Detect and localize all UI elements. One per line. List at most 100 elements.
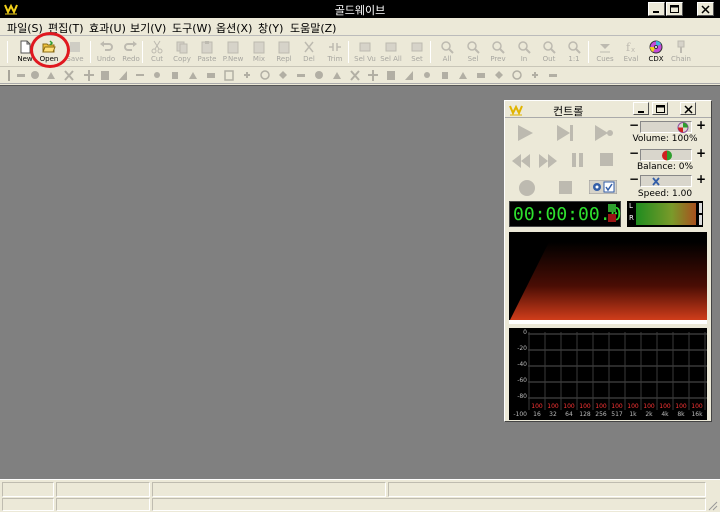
set-button[interactable]: Set [404, 39, 430, 65]
effect-icon[interactable] [386, 70, 396, 81]
record-icon[interactable] [517, 178, 537, 198]
speed-slider[interactable] [640, 175, 692, 187]
effect-icon[interactable] [476, 70, 486, 81]
effect-icon[interactable] [512, 70, 522, 81]
rewind-icon[interactable] [510, 153, 532, 169]
control-minimize-button[interactable] [633, 102, 649, 115]
record-stop-icon[interactable] [557, 179, 575, 197]
zoom-all-button[interactable]: All [434, 39, 460, 65]
menu-window[interactable]: 창(Y) [258, 20, 283, 36]
effect-icon[interactable] [16, 70, 26, 81]
balance-minus-button[interactable]: − [629, 146, 639, 160]
band-frequency-label: 1k [629, 411, 637, 418]
cues-button[interactable]: Cues [592, 39, 618, 65]
minimize-button[interactable] [648, 2, 665, 16]
effect-icon[interactable] [84, 70, 94, 81]
status-cell [56, 482, 150, 497]
control-close-button[interactable] [680, 102, 696, 115]
menu-view[interactable]: 보기(V) [130, 20, 166, 36]
maximize-button[interactable] [666, 2, 683, 16]
undo-button[interactable]: Undo [93, 39, 119, 65]
select-view-button[interactable]: Sel Vu [352, 39, 378, 65]
effect-icon[interactable] [404, 70, 414, 81]
select-all-button[interactable]: Sel All [378, 39, 404, 65]
effect-icon[interactable] [332, 70, 342, 81]
menu-help[interactable]: 도움말(Z) [290, 20, 336, 36]
zoom-selection-button[interactable]: Sel [460, 39, 486, 65]
set-label: Set [411, 55, 423, 63]
play-selection-icon[interactable] [553, 123, 577, 143]
volume-minus-button[interactable]: − [629, 118, 639, 132]
speed-plus-button[interactable]: + [696, 172, 706, 186]
band-frequency-label: 2k [645, 411, 653, 418]
copy-button[interactable]: Copy [169, 39, 195, 65]
effect-icon[interactable] [260, 70, 270, 81]
zoom-selection-label: Sel [467, 55, 479, 63]
effect-icon[interactable] [368, 70, 378, 81]
effect-icon[interactable] [118, 70, 128, 81]
effect-icon[interactable] [100, 70, 110, 81]
effect-icon[interactable] [548, 70, 558, 81]
effect-icon[interactable] [440, 70, 450, 81]
menu-effects[interactable]: 효과(U) [89, 20, 126, 36]
effect-icon[interactable] [422, 70, 432, 81]
delete-button[interactable]: Del [296, 39, 322, 65]
volume-slider[interactable] [640, 121, 692, 133]
resize-grip-icon[interactable] [706, 499, 718, 511]
menu-file[interactable]: 파일(S) [7, 20, 43, 36]
chain-button[interactable]: Chain [668, 39, 694, 65]
speed-minus-button[interactable]: − [629, 172, 639, 186]
effect-icon[interactable] [30, 70, 40, 81]
effect-icon[interactable] [64, 70, 74, 81]
select-view-icon [359, 42, 371, 52]
control-maximize-button[interactable] [652, 102, 668, 115]
redo-button[interactable]: Redo [118, 39, 144, 65]
effect-icon[interactable] [206, 70, 216, 81]
menu-options[interactable]: 옵션(X) [216, 20, 252, 36]
balance-slider[interactable] [640, 149, 692, 161]
effect-icon[interactable] [296, 70, 306, 81]
effect-icon[interactable] [135, 70, 145, 81]
effect-icon[interactable] [224, 70, 234, 81]
mix-button[interactable]: Mix [246, 39, 272, 65]
band-frequency-label: 256 [595, 411, 607, 418]
menu-tools[interactable]: 도구(W) [172, 20, 212, 36]
effect-icon[interactable] [152, 70, 162, 81]
cut-button[interactable]: Cut [144, 39, 170, 65]
band-value: 100 [643, 403, 655, 410]
trim-button[interactable]: Trim [322, 39, 348, 65]
play-custom-icon[interactable] [591, 123, 615, 143]
control-title-bar[interactable]: 컨트롤 [505, 101, 711, 118]
balance-knob-icon [662, 150, 672, 161]
close-button[interactable] [697, 2, 714, 16]
effect-icon[interactable] [314, 70, 324, 81]
monitor-toggle-icon[interactable] [589, 180, 617, 194]
volume-plus-button[interactable]: + [696, 118, 706, 132]
effect-icon[interactable] [188, 70, 198, 81]
pause-icon[interactable] [570, 151, 586, 169]
replace-label: Repl [276, 55, 292, 63]
effect-icon[interactable] [46, 70, 56, 81]
effect-icon[interactable] [494, 70, 504, 81]
zoom-previous-button[interactable]: Prev [485, 39, 511, 65]
zoom-in-button[interactable]: In [511, 39, 537, 65]
paste-button[interactable]: Paste [194, 39, 220, 65]
play-icon[interactable] [513, 123, 537, 143]
copy-icon [176, 41, 188, 54]
fast-forward-icon[interactable] [537, 153, 559, 169]
status-cell [388, 482, 706, 497]
effect-icon[interactable] [278, 70, 288, 81]
replace-button[interactable]: Repl [271, 39, 297, 65]
effect-icon[interactable] [458, 70, 468, 81]
effect-icon[interactable] [242, 70, 252, 81]
evaluate-button[interactable]: fx Eval [618, 39, 644, 65]
balance-plus-button[interactable]: + [696, 146, 706, 160]
zoom-1-1-button[interactable]: 1:1 [561, 39, 587, 65]
zoom-out-button[interactable]: Out [536, 39, 562, 65]
effect-icon[interactable] [530, 70, 540, 81]
stop-icon[interactable] [598, 151, 616, 169]
paste-new-button[interactable]: P.New [220, 39, 246, 65]
cd-extract-button[interactable]: CDX [643, 39, 669, 65]
effect-icon[interactable] [170, 70, 180, 81]
effect-icon[interactable] [350, 70, 360, 81]
